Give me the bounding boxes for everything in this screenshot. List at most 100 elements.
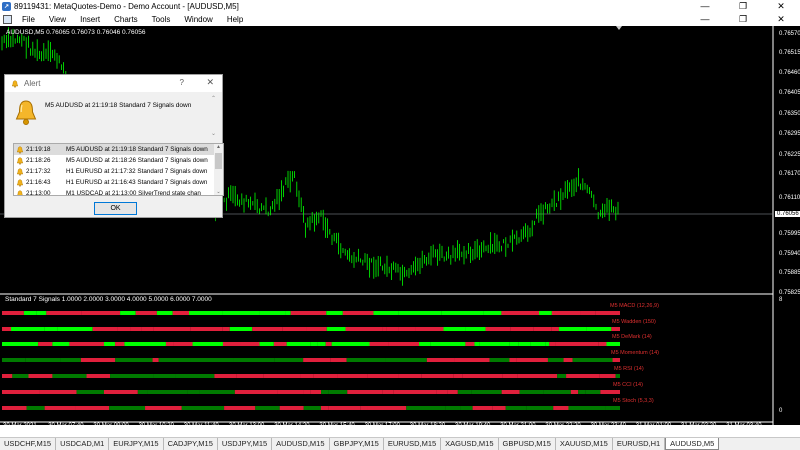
signal-bar <box>240 342 260 346</box>
chart-tab[interactable]: EURUSD,H1 <box>613 438 666 450</box>
chart-tab[interactable]: USDJPY,M15 <box>218 438 273 450</box>
chart-close-button[interactable]: ✕ <box>762 13 800 26</box>
scroll-up-icon[interactable]: ⌃ <box>211 95 216 102</box>
alert-history-list[interactable]: ▲ ⌄ 21:19:18 M5 AUDUSD at 21:19:18 Standa… <box>13 143 224 196</box>
signal-bar <box>585 390 601 394</box>
alert-message-area: M5 AUDUSD at 21:19:18 Standard 7 Signals… <box>11 95 218 137</box>
close-button[interactable]: ✕ <box>762 0 800 13</box>
chart-minimize-button[interactable]: — <box>686 13 724 26</box>
menu-tools[interactable]: Tools <box>145 13 178 26</box>
ok-button[interactable]: OK <box>94 202 137 215</box>
price-axis-label: 0.76295 <box>779 131 800 137</box>
time-axis-label: 30 Mar 22:20 <box>545 423 581 429</box>
signal-bar <box>52 342 70 346</box>
signal-bar <box>445 406 461 410</box>
chart-tab[interactable]: GBPJPY,M15 <box>330 438 384 450</box>
signal-bar <box>158 358 191 362</box>
signal-label: M5 Wadden (150) <box>612 319 656 325</box>
signal-bar <box>2 406 27 410</box>
chart-tab[interactable]: USDCAD,M1 <box>56 438 110 450</box>
signal-bar <box>568 406 606 410</box>
signal-bar <box>465 342 475 346</box>
signal-bar <box>483 311 502 315</box>
signal-bar <box>415 327 444 331</box>
signal-bar <box>530 342 546 346</box>
maximize-button[interactable]: ❐ <box>724 0 762 13</box>
signal-bar <box>518 342 531 346</box>
menu-help[interactable]: Help <box>220 13 250 26</box>
chart-shift-marker[interactable] <box>616 26 622 30</box>
signal-bar <box>274 358 304 362</box>
alert-row-text: M5 AUDUSD at 21:18:26 Standard 7 Signals… <box>66 157 208 164</box>
signal-bar <box>519 390 544 394</box>
chart-tab[interactable]: EURJPY,M15 <box>109 438 164 450</box>
message-scrollbar[interactable]: ⌃ ⌄ <box>209 95 218 137</box>
signal-bar <box>325 342 332 346</box>
signal-bar <box>462 374 503 378</box>
signal-bar <box>137 390 148 394</box>
signal-bar <box>509 358 517 362</box>
chart-window-icon[interactable] <box>3 15 12 24</box>
signal-bar <box>398 311 442 315</box>
signal-bar <box>286 342 311 346</box>
signal-bar <box>479 342 510 346</box>
signal-bar <box>421 374 454 378</box>
alert-row[interactable]: 21:19:18 M5 AUDUSD at 21:19:18 Standard 7… <box>14 144 223 155</box>
list-scroll-down-icon[interactable]: ⌄ <box>216 189 220 195</box>
chart-tab[interactable]: CADJPY,M15 <box>164 438 218 450</box>
bell-icon <box>17 190 23 195</box>
signal-bar <box>328 406 361 410</box>
chart-tab[interactable]: AUDUSD,M5 <box>665 438 720 450</box>
chart-tab[interactable]: GBPUSD,M15 <box>499 438 556 450</box>
price-axis-label: 0.76515 <box>779 50 800 56</box>
signal-bar <box>345 327 383 331</box>
signal-bar <box>277 390 304 394</box>
chart-tab[interactable]: EURUSD,M15 <box>384 438 442 450</box>
list-scrollbar[interactable]: ▲ ⌄ <box>214 144 223 195</box>
chart-restore-button[interactable]: ❐ <box>724 13 762 26</box>
chart-tab[interactable]: USDCHF,M15 <box>0 438 57 450</box>
alert-row[interactable]: 21:17:32 H1 EURUSD at 21:17:32 Standard 7… <box>14 166 223 177</box>
scroll-down-icon[interactable]: ⌄ <box>211 130 216 137</box>
signal-bar <box>147 390 188 394</box>
signal-bar <box>545 342 550 346</box>
signal-bar <box>418 342 431 346</box>
signal-bar <box>367 406 407 410</box>
alert-title-bar: Alert ? ✕ <box>5 75 222 92</box>
menu-window[interactable]: Window <box>177 13 219 26</box>
alert-title: Alert <box>24 79 41 88</box>
chart-tab[interactable]: XAUUSD,M15 <box>556 438 613 450</box>
signal-bar <box>11 327 45 331</box>
signal-bar <box>595 311 620 315</box>
list-scroll-up-icon[interactable]: ▲ <box>216 144 221 150</box>
menu-insert[interactable]: Insert <box>73 13 107 26</box>
time-axis-label: 30 Mar 15:40 <box>319 423 355 429</box>
menu-charts[interactable]: Charts <box>107 13 145 26</box>
chart-tab[interactable]: AUDUSD,M15 <box>272 438 330 450</box>
signal-bar <box>2 358 26 362</box>
alert-row[interactable]: 21:16:43 H1 EURUSD at 21:16:43 Standard 7… <box>14 177 223 188</box>
signal-bar <box>328 390 348 394</box>
list-scroll-thumb[interactable] <box>215 153 222 169</box>
price-axis-label: 0.75825 <box>779 290 800 296</box>
alert-row[interactable]: 21:13:00 M1 USDCAD at 21:13:00 SilverTren… <box>14 188 223 195</box>
alert-row[interactable]: 21:18:26 M5 AUDUSD at 21:18:26 Standard 7… <box>14 155 223 166</box>
menu-view[interactable]: View <box>42 13 73 26</box>
help-button[interactable]: ? <box>180 78 184 87</box>
signal-bar <box>199 390 235 394</box>
signal-bar <box>187 390 200 394</box>
minimize-button[interactable]: — <box>686 0 724 13</box>
signal-bar <box>342 311 374 315</box>
time-axis-label: 31 Mar 03:40 <box>726 423 762 429</box>
signal-bar <box>321 390 329 394</box>
window-controls: — ❐ ✕ <box>686 0 800 13</box>
signal-bar <box>152 358 159 362</box>
chart-tab[interactable]: XAGUSD,M15 <box>441 438 499 450</box>
signal-bar <box>103 390 138 394</box>
alert-close-button[interactable]: ✕ <box>206 77 214 88</box>
menu-file[interactable]: File <box>15 13 42 26</box>
price-axis-label: 0.75940 <box>779 251 800 257</box>
signal-label: M5 MACD (12,26,9) <box>610 303 659 309</box>
signal-bar <box>492 406 506 410</box>
signal-bar <box>224 406 256 410</box>
